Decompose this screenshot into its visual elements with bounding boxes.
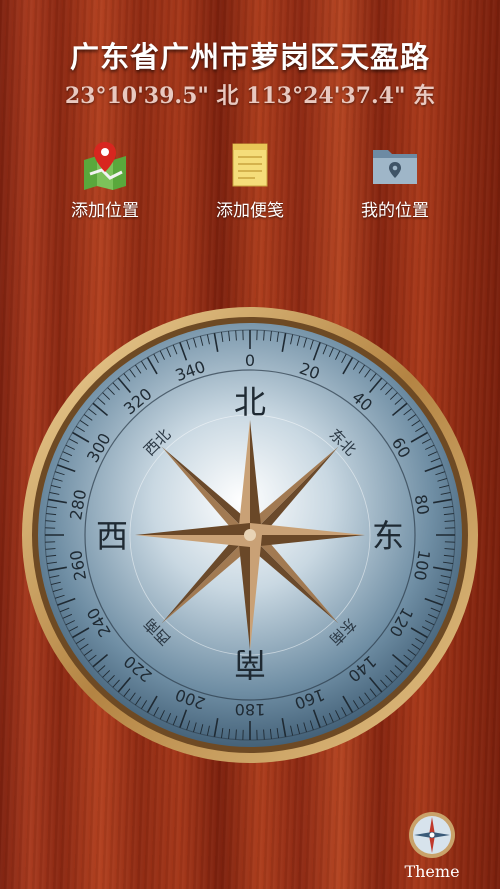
rose-center [244,529,256,541]
folder-location-icon [373,150,417,184]
compass-icon [409,812,455,858]
degree-label: 80 [411,493,433,516]
map-pin-icon [84,142,126,190]
theme-button[interactable]: Theme [398,810,466,881]
add-location-button[interactable]: 添加位置 [40,140,170,221]
south-label: 南 [234,645,266,683]
add-location-label: 添加位置 [71,201,139,221]
add-note-label: 添加便笺 [216,201,284,221]
east-label: 东 [372,517,404,555]
note-icon [232,143,268,187]
my-location-label: 我的位置 [361,201,429,221]
address-title: 广东省广州市萝岗区天盈路 [69,40,430,74]
compass-dial: 0 204060801001201401601802002202402602803… [22,307,478,763]
compass-rose [135,420,365,650]
add-note-button[interactable]: 添加便笺 [185,140,315,221]
degree-label: 180 [235,700,266,719]
action-bar: 添加位置 添加便笺 我的位置 [0,140,500,221]
north-label: 北 [234,383,266,421]
theme-label: Theme [404,862,460,881]
west-label: 西 [96,517,128,555]
degree-label: 0 [245,351,255,370]
coordinates-readout: 23°10'39.5" 北 113°24'37.4" 东 [64,83,436,109]
my-location-button[interactable]: 我的位置 [330,140,460,221]
